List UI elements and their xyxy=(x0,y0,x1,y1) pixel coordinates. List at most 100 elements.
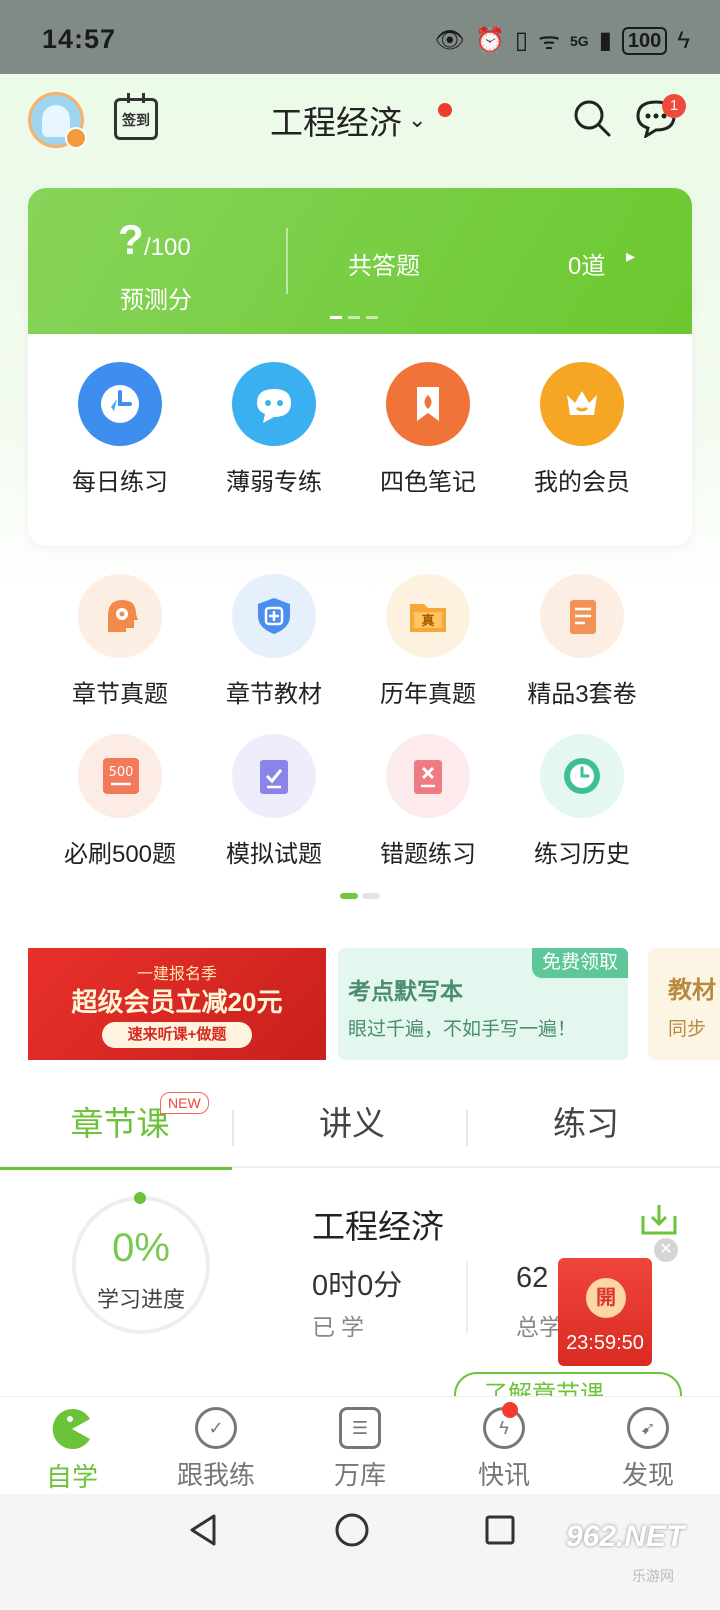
grid-item-label: 章节真题 xyxy=(72,681,168,708)
nav-news[interactable]: ϟ 快讯 xyxy=(432,1407,576,1492)
grid-item-label: 模拟试题 xyxy=(226,841,322,868)
my-membership-button[interactable]: 我的会员 xyxy=(502,362,662,497)
message-badge: 1 xyxy=(662,94,686,118)
bottom-navigation: 自学 ✓ 跟我练 ☰ 万库 ϟ 快讯 ➹ 发现 xyxy=(0,1396,720,1494)
clock-icon xyxy=(540,734,624,818)
quick-action-label: 薄弱专练 xyxy=(226,469,322,496)
weak-practice-button[interactable]: 薄弱专练 xyxy=(194,362,354,497)
grid-page-indicator xyxy=(340,893,380,899)
avatar[interactable] xyxy=(28,92,87,149)
nav-label: 万库 xyxy=(333,1460,386,1490)
total-label: 总学 xyxy=(516,1314,562,1340)
network-label: 5G xyxy=(570,32,589,49)
score-summary[interactable]: ? /100 预测分 共答题 0道 ▸ xyxy=(28,188,692,334)
chapter-textbook-button[interactable]: 章节教材 xyxy=(194,574,354,709)
progress-percent: 0% xyxy=(112,1226,170,1270)
status-bar: 14:57 👁 ⏰ ▯ ᯤ 5G ▮ 100 ϟ xyxy=(0,0,720,74)
premium-papers-button[interactable]: 精品3套卷 xyxy=(502,574,662,709)
subject-selector[interactable]: 工程经济 ⌄ xyxy=(270,96,453,144)
progress-label: 学习进度 xyxy=(96,1287,185,1312)
status-icons: 👁 ⏰ ▯ ᯤ 5G ▮ 100 ϟ xyxy=(435,24,690,57)
charging-icon: ϟ xyxy=(677,26,690,54)
course-title: 工程经济 xyxy=(312,1208,444,1245)
predicted-score: ? xyxy=(118,216,144,263)
answered-count: 0道 xyxy=(568,253,606,280)
daily-practice-button[interactable]: 每日练习 xyxy=(40,362,200,497)
nav-discover[interactable]: ➹ 发现 xyxy=(576,1407,720,1492)
banner-line1: 一建报名季 xyxy=(136,966,217,983)
svg-text:真: 真 xyxy=(421,613,434,629)
max-score: /100 xyxy=(144,234,191,261)
studied-time: 0时0分 xyxy=(312,1270,403,1302)
banner-title: 教材 xyxy=(668,977,716,1004)
divider xyxy=(286,228,288,294)
practice-history-button[interactable]: 练习历史 xyxy=(502,734,662,869)
gear-head-icon xyxy=(78,574,162,658)
compass-icon: ➹ xyxy=(627,1407,669,1449)
status-time: 14:57 xyxy=(42,24,117,54)
signal-icon: ▮ xyxy=(598,27,612,54)
predicted-label: 预测分 xyxy=(120,287,192,314)
new-badge: NEW xyxy=(160,1092,209,1114)
stats-divider xyxy=(466,1262,468,1334)
quick-action-label: 我的会员 xyxy=(534,469,630,496)
tab-handouts[interactable]: 讲义 xyxy=(232,1090,472,1168)
subject-label: 工程经济 xyxy=(270,104,402,141)
search-icon[interactable] xyxy=(572,98,612,138)
alarm-icon: ⏰ xyxy=(474,27,505,54)
news-notification-dot xyxy=(502,1402,518,1418)
promo-banner-textbook[interactable]: 教材 同步 xyxy=(648,948,720,1060)
watermark-subtitle: 乐游网 xyxy=(632,1568,674,1584)
home-icon[interactable] xyxy=(334,1512,370,1548)
banner-line3: 速来听课+做题 xyxy=(102,1022,252,1048)
mock-exam-button[interactable]: 模拟试题 xyxy=(194,734,354,869)
banner-title: 考点默写本 xyxy=(348,978,463,1004)
floating-red-packet[interactable]: 開 23:59:50 xyxy=(558,1258,652,1366)
content-tabs: 章节课 讲义 练习 xyxy=(0,1090,720,1170)
close-icon[interactable]: ✕ xyxy=(654,1238,678,1262)
download-icon[interactable] xyxy=(640,1202,678,1236)
nav-label: 自学 xyxy=(45,1462,98,1492)
shield-icon xyxy=(232,574,316,658)
chevron-right-icon: ▸ xyxy=(626,246,636,266)
grid-item-label: 错题练习 xyxy=(380,841,476,868)
vibrate-icon: ▯ xyxy=(514,27,529,54)
nav-label: 跟我练 xyxy=(176,1460,255,1490)
svg-text:500: 500 xyxy=(109,765,134,780)
battery-level: 100 xyxy=(621,26,668,55)
banner-tag: 免费领取 xyxy=(531,948,628,978)
past-exams-button[interactable]: 真 历年真题 xyxy=(348,574,508,709)
score-card: ? /100 预测分 共答题 0道 ▸ 每日练习 薄弱专练 四色笔记 我的会员 xyxy=(28,188,692,546)
watermark-logo: 962.NET xyxy=(566,1520,685,1553)
promo-banner-membership[interactable]: 一建报名季 超级会员立减20元 速来听课+做题 xyxy=(28,948,326,1060)
total-value: 62 xyxy=(516,1262,549,1294)
folder-icon: 真 xyxy=(386,574,470,658)
carousel-dots xyxy=(330,316,378,319)
four-color-notes-button[interactable]: 四色笔记 xyxy=(348,362,508,497)
answered-label: 共答题 xyxy=(348,253,420,280)
nav-self-study[interactable]: 自学 xyxy=(0,1407,144,1494)
member-crown-icon xyxy=(65,127,87,149)
grid-item-label: 必刷500题 xyxy=(63,841,177,868)
checklist-icon xyxy=(540,574,624,658)
wrong-questions-button[interactable]: 错题练习 xyxy=(348,734,508,869)
back-icon[interactable] xyxy=(186,1512,220,1548)
red-packet-coin-icon: 開 xyxy=(586,1278,626,1318)
nav-question-bank[interactable]: ☰ 万库 xyxy=(288,1407,432,1492)
check-bubble-icon: ✓ xyxy=(195,1407,237,1449)
promo-banner-notebook[interactable]: 免费领取 考点默写本 眼过千遍，不如手写一遍！ xyxy=(338,948,628,1060)
document-icon: ☰ xyxy=(339,1407,381,1449)
studied-label: 已学 xyxy=(312,1314,370,1340)
500-badge-icon: 500 xyxy=(78,734,162,818)
must-do-500-button[interactable]: 500 必刷500题 xyxy=(40,734,200,869)
tab-practice[interactable]: 练习 xyxy=(466,1090,706,1168)
grid-item-label: 练习历史 xyxy=(534,841,630,868)
recents-icon[interactable] xyxy=(484,1514,516,1546)
chapter-exam-button[interactable]: 章节真题 xyxy=(40,574,200,709)
wifi-icon: ᯤ xyxy=(538,28,561,55)
banner-line2: 超级会员立减20元 xyxy=(71,987,283,1017)
nav-follow-practice[interactable]: ✓ 跟我练 xyxy=(144,1407,288,1492)
nav-label: 快讯 xyxy=(477,1460,530,1490)
grid-item-label: 章节教材 xyxy=(226,681,322,708)
checkin-button[interactable]: 签到 xyxy=(114,93,158,140)
